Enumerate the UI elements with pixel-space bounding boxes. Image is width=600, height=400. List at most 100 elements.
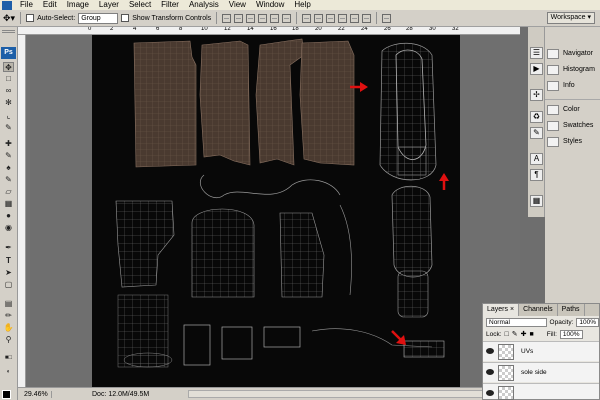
dodge-tool-icon[interactable]: ◉ [3,223,14,233]
separator [376,12,378,24]
lasso-tool-icon[interactable]: ∞ [3,86,14,96]
ruler-vertical[interactable] [18,35,26,387]
visibility-eye-icon[interactable] [486,390,494,396]
move-tool-preset-icon[interactable]: ✥▾ [3,13,15,24]
distribute-right-icon[interactable] [362,13,372,23]
align-vcenter-icon[interactable] [234,13,244,23]
document-window[interactable] [26,35,520,387]
auto-select-checkbox[interactable] [26,14,35,22]
align-top-icon[interactable] [222,13,232,23]
styles-icon [547,137,559,147]
menu-layer[interactable]: Layer [94,0,124,10]
tab-paths[interactable]: Paths [558,304,585,316]
ruler-horizontal[interactable]: 0 2 4 6 8 10 12 14 16 18 20 22 24 26 28 … [18,27,520,35]
visibility-eye-icon[interactable] [486,348,494,354]
blur-tool-icon[interactable]: ● [3,211,14,221]
crop-tool-icon[interactable]: ⌞ [3,111,14,121]
layer-row[interactable]: sole side [483,362,599,382]
tab-channels[interactable]: Channels [519,304,558,316]
tab-layers[interactable]: Layers × [483,304,520,316]
distribute-bottom-icon[interactable] [326,13,336,23]
quick-mask-icon[interactable]: ◐ [3,367,14,377]
visibility-eye-icon[interactable] [486,369,494,375]
foreground-color-swatch[interactable] [2,390,11,399]
notes-tool-icon[interactable]: ▤ [3,299,14,309]
lock-transparent-icon[interactable]: □ [505,331,509,338]
type-tool-icon[interactable]: T [3,256,14,266]
panel-histogram[interactable]: Histogram [545,63,600,77]
path-select-tool-icon[interactable]: ➤ [3,268,14,278]
healing-brush-tool-icon[interactable]: ✚ [3,139,14,149]
menu-file[interactable]: File [15,0,38,10]
brush-tool-icon[interactable]: ✎ [3,151,14,161]
menu-view[interactable]: View [224,0,251,10]
menu-select[interactable]: Select [124,0,156,10]
show-transform-checkbox[interactable] [121,14,130,22]
photoshop-app-icon[interactable] [2,0,12,10]
panel-navigator[interactable]: Navigator [545,47,600,61]
align-hcenter-icon[interactable] [270,13,280,23]
paragraph-icon[interactable]: ¶ [530,169,543,181]
menu-analysis[interactable]: Analysis [184,0,224,10]
brushes-icon[interactable]: ✢ [530,89,543,101]
layer-comps-icon[interactable]: ▦ [530,195,543,207]
auto-align-icon[interactable] [382,13,392,23]
layer-thumbnail [498,365,514,381]
document-size[interactable]: Doc: 12.0M/49.5M [92,391,149,398]
zoom-level[interactable]: 29.46% [18,390,52,398]
align-right-icon[interactable] [282,13,292,23]
blend-mode-select[interactable]: Normal [486,317,547,327]
tools-panel-grip[interactable] [2,30,15,33]
stamp-tool-icon[interactable]: ♠ [3,163,14,173]
lock-all-icon[interactable]: ■ [530,331,534,338]
lock-pixels-icon[interactable]: ✎ [512,330,518,338]
horizontal-scrollbar[interactable] [188,390,508,398]
clone-source-icon[interactable]: ♻ [530,111,543,123]
panel-info[interactable]: Info [545,79,600,93]
workspace-button[interactable]: Workspace ▾ [546,12,595,24]
menu-filter[interactable]: Filter [156,0,184,10]
distribute-vcenter-icon[interactable] [314,13,324,23]
pen-tool-icon[interactable]: ✒ [3,243,14,253]
panel-color[interactable]: Color [545,103,600,117]
lock-position-icon[interactable]: ✚ [521,330,527,338]
menu-window[interactable]: Window [251,0,289,10]
default-colors-icon[interactable]: ■□ [3,353,14,363]
menu-edit[interactable]: Edit [38,0,62,10]
uv-texture-canvas[interactable] [92,35,460,387]
zoom-tool-icon[interactable]: ⚲ [3,335,14,345]
layer-name[interactable]: UVs [521,348,533,355]
eraser-tool-icon[interactable]: ▱ [3,187,14,197]
panel-styles[interactable]: Styles [545,135,600,149]
marquee-tool-icon[interactable]: □ [3,74,14,84]
ruler-tick-label: 16 [270,27,277,32]
side-wire [279,212,325,298]
layer-row[interactable]: UVs [483,341,599,361]
close-icon[interactable]: × [510,306,514,313]
layer-row[interactable] [483,383,599,400]
slice-tool-icon[interactable]: ✎ [3,123,14,133]
menu-image[interactable]: Image [62,0,94,10]
align-bottom-icon[interactable] [246,13,256,23]
layer-name[interactable]: sole side [521,369,547,376]
hand-tool-icon[interactable]: ✋ [3,323,14,333]
panel-swatches[interactable]: Swatches [545,119,600,133]
move-tool-icon[interactable]: ✥ [3,62,14,72]
actions-icon[interactable]: ▶ [530,63,543,75]
distribute-left-icon[interactable] [338,13,348,23]
gradient-tool-icon[interactable]: ▦ [3,199,14,209]
shape-tool-icon[interactable]: ▢ [3,280,14,290]
tool-presets-icon[interactable]: ✎ [530,127,543,139]
history-icon[interactable]: ☰ [530,47,543,59]
menu-help[interactable]: Help [289,0,315,10]
history-brush-tool-icon[interactable]: ✎ [3,175,14,185]
character-icon[interactable]: A [530,153,543,165]
distribute-top-icon[interactable] [302,13,312,23]
align-left-icon[interactable] [258,13,268,23]
auto-select-dropdown[interactable]: Group [78,12,119,24]
quick-select-tool-icon[interactable]: ✻ [3,98,14,108]
eyedropper-tool-icon[interactable]: ✏ [3,311,14,321]
distribute-hcenter-icon[interactable] [350,13,360,23]
opacity-input[interactable]: 100% [576,317,599,327]
fill-input[interactable]: 100% [559,329,583,339]
